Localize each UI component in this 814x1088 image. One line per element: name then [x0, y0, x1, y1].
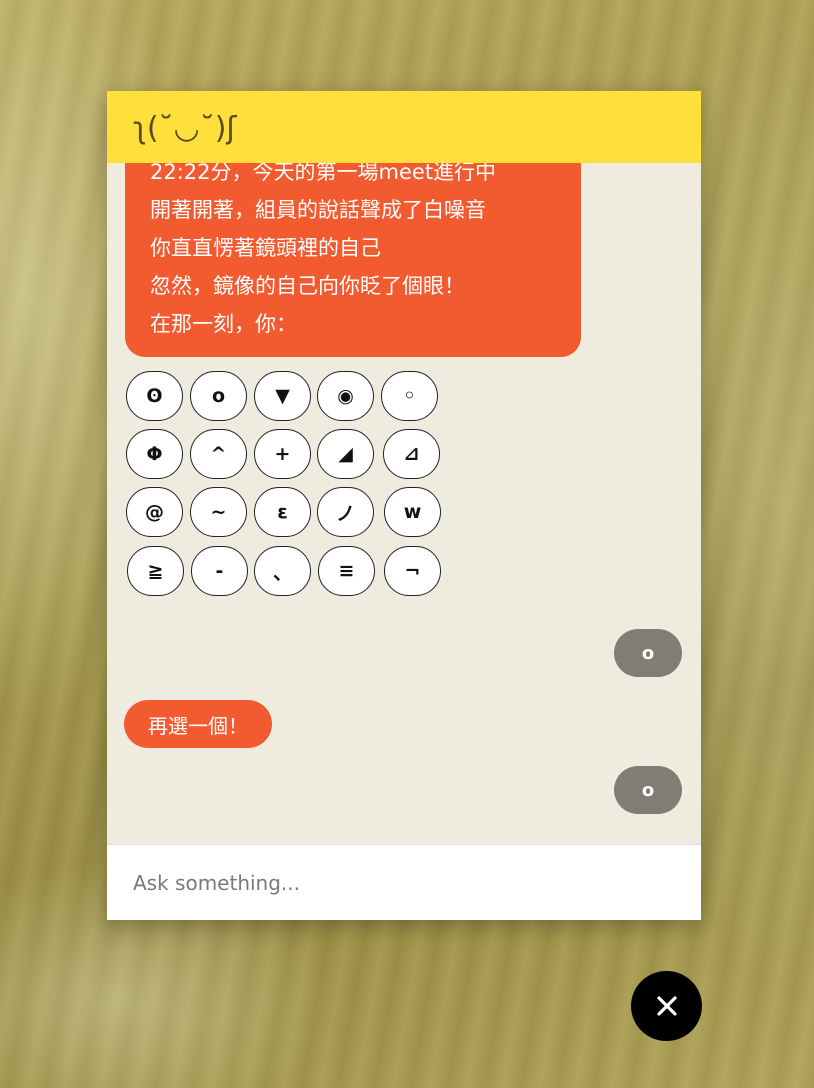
option-button[interactable]: @ [126, 487, 183, 537]
chat-window: ʅ(˘◡˘)ʃ 22:22分，今天的第一場meet進行中 開著開著，組員的說話聲… [107, 91, 701, 920]
user-message: o [614, 766, 682, 814]
message-list[interactable]: 22:22分，今天的第一場meet進行中 開著開著，組員的說話聲成了白噪音 你直… [107, 163, 701, 844]
option-button[interactable]: ノ [317, 487, 374, 537]
user-message: o [614, 629, 682, 677]
option-button[interactable]: ◉ [317, 371, 374, 421]
option-button[interactable]: ʘ [126, 371, 183, 421]
bot-message-line: 開著開著，組員的說話聲成了白噪音 [150, 198, 486, 222]
option-button[interactable]: ¬ [384, 546, 441, 596]
chat-input-bar [107, 844, 701, 920]
option-button[interactable]: ε [254, 487, 311, 537]
option-button[interactable]: ≡ [318, 546, 375, 596]
bot-message: 22:22分，今天的第一場meet進行中 開著開著，組員的說話聲成了白噪音 你直… [125, 163, 581, 357]
option-button[interactable]: 、 [254, 546, 311, 596]
option-button[interactable]: ⊿ [383, 429, 440, 479]
option-button[interactable]: ^ [190, 429, 247, 479]
option-button[interactable]: o [190, 371, 247, 421]
chat-input[interactable] [133, 863, 673, 903]
close-icon [656, 996, 677, 1016]
option-button[interactable]: ~ [190, 487, 247, 537]
option-button[interactable]: w [384, 487, 441, 537]
bot-message-line: 你直直愣著鏡頭裡的自己 [150, 236, 381, 260]
chat-title: ʅ(˘◡˘)ʃ [133, 111, 237, 146]
bot-message-line: 忽然，鏡像的自己向你眨了個眼！ [150, 274, 465, 298]
option-button[interactable]: + [254, 429, 311, 479]
option-button[interactable]: ◦ [381, 371, 438, 421]
option-button[interactable]: ≧ [127, 546, 184, 596]
bot-message-line: 22:22分，今天的第一場meet進行中 [150, 163, 497, 184]
option-button[interactable]: ▼ [254, 371, 311, 421]
option-button[interactable]: ◢ [317, 429, 374, 479]
close-chat-button[interactable] [631, 971, 702, 1041]
bot-message-line: 在那一刻，你： [150, 312, 297, 336]
chat-header: ʅ(˘◡˘)ʃ [107, 91, 701, 163]
option-button[interactable]: - [191, 546, 248, 596]
bot-followup-message: 再選一個！ [124, 700, 272, 748]
option-button[interactable]: Φ [126, 429, 183, 479]
